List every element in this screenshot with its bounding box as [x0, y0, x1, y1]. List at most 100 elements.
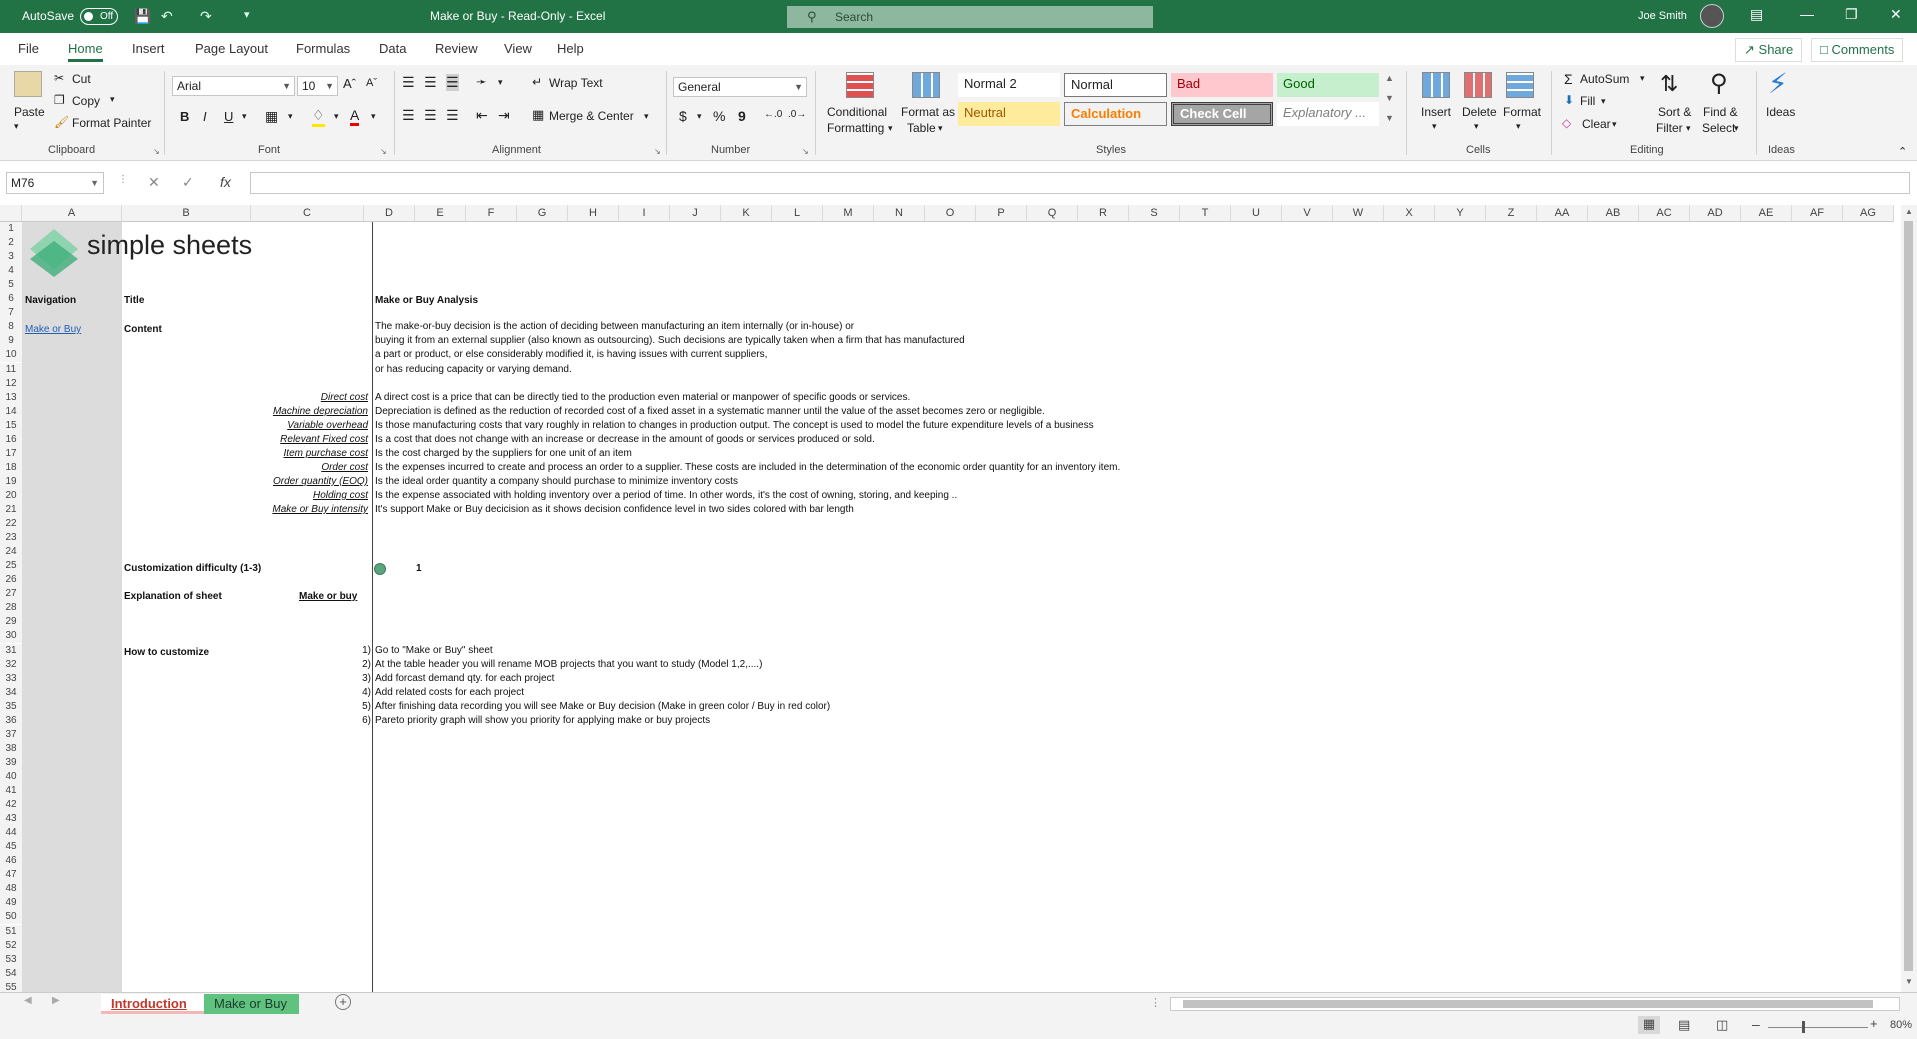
- column-header[interactable]: T: [1180, 205, 1231, 222]
- paste-icon[interactable]: [14, 71, 42, 97]
- column-header[interactable]: N: [874, 205, 925, 222]
- row-header[interactable]: 10: [0, 348, 22, 363]
- autosum-button[interactable]: AutoSum: [1580, 72, 1629, 86]
- conditional-formatting-icon[interactable]: [846, 72, 874, 98]
- row-header[interactable]: 42: [0, 798, 22, 813]
- tab-data[interactable]: Data: [379, 41, 406, 56]
- minimize-icon[interactable]: —: [1800, 6, 1814, 22]
- font-color-dropdown-icon[interactable]: ▾: [371, 111, 376, 122]
- row-header[interactable]: 28: [0, 601, 22, 616]
- conditional-formatting-label-2[interactable]: Formatting: [827, 121, 884, 135]
- styles-scroll-down-icon[interactable]: ▼: [1385, 93, 1394, 103]
- format-dropdown-icon[interactable]: ▾: [1516, 121, 1521, 132]
- customize-quick-access-icon[interactable]: ▾: [244, 8, 250, 21]
- row-header[interactable]: 52: [0, 938, 22, 953]
- row-header[interactable]: 43: [0, 812, 22, 827]
- fill-color-icon[interactable]: ♢: [312, 107, 325, 127]
- nav-link-make-or-buy[interactable]: Make or Buy: [25, 324, 81, 335]
- cut-icon[interactable]: ✂: [54, 71, 64, 85]
- underline-button[interactable]: U: [224, 109, 233, 124]
- sort-filter-label-2[interactable]: Filter: [1656, 121, 1683, 135]
- row-header[interactable]: 14: [0, 404, 22, 419]
- column-header[interactable]: E: [415, 205, 466, 222]
- merge-dropdown-icon[interactable]: ▾: [644, 111, 649, 122]
- row-header[interactable]: 2: [0, 236, 22, 251]
- row-header[interactable]: 38: [0, 741, 22, 756]
- copy-icon[interactable]: ❐: [54, 93, 65, 107]
- row-header[interactable]: 29: [0, 615, 22, 630]
- tab-split-handle-icon[interactable]: ⋮: [1150, 996, 1161, 1009]
- format-as-table-icon[interactable]: [912, 72, 940, 98]
- row-header[interactable]: 5: [0, 278, 22, 293]
- clear-icon[interactable]: ◇: [1562, 116, 1571, 130]
- column-header[interactable]: Q: [1027, 205, 1078, 222]
- increase-decimal-icon[interactable]: ←.0: [764, 109, 782, 120]
- fill-icon[interactable]: ⬇: [1564, 93, 1574, 107]
- zoom-in-icon[interactable]: +: [1870, 1016, 1878, 1031]
- prev-sheet-icon[interactable]: ◀: [24, 995, 32, 1006]
- format-as-table-dropdown-icon[interactable]: ▾: [938, 123, 943, 134]
- align-left-icon[interactable]: ☰: [402, 107, 415, 124]
- orientation-icon[interactable]: ➛: [476, 74, 487, 90]
- zoom-level[interactable]: 80%: [1890, 1019, 1912, 1031]
- row-header[interactable]: 34: [0, 685, 22, 700]
- decrease-indent-icon[interactable]: ⇤: [476, 107, 488, 124]
- ideas-icon[interactable]: ⚡: [1768, 67, 1788, 100]
- row-header[interactable]: 37: [0, 727, 22, 742]
- scroll-down-icon[interactable]: ▼: [1905, 977, 1913, 986]
- conditional-formatting-dropdown-icon[interactable]: ▾: [888, 123, 893, 134]
- styles-scroll-up-icon[interactable]: ▲: [1385, 73, 1394, 83]
- merge-icon[interactable]: ▦: [532, 107, 544, 123]
- row-header[interactable]: 4: [0, 264, 22, 279]
- font-size-select[interactable]: 10 ▼: [297, 76, 338, 96]
- paste-button[interactable]: Paste: [14, 105, 45, 119]
- column-header[interactable]: Z: [1486, 205, 1537, 222]
- column-header[interactable]: O: [925, 205, 976, 222]
- row-header[interactable]: 54: [0, 966, 22, 981]
- row-header[interactable]: 17: [0, 446, 22, 461]
- formula-input[interactable]: [250, 172, 1910, 194]
- row-header[interactable]: 30: [0, 629, 22, 644]
- avatar[interactable]: [1700, 4, 1724, 28]
- sort-filter-icon[interactable]: ⇅: [1660, 71, 1678, 97]
- normal-view-icon[interactable]: ▦: [1638, 1016, 1660, 1034]
- styles-more-icon[interactable]: ▼: [1385, 113, 1394, 123]
- row-header[interactable]: 47: [0, 868, 22, 883]
- style-good[interactable]: Good: [1277, 73, 1379, 97]
- underline-dropdown-icon[interactable]: ▾: [242, 111, 247, 122]
- zoom-out-icon[interactable]: –: [1752, 1016, 1760, 1032]
- comments-button[interactable]: □ Comments: [1811, 38, 1904, 62]
- number-launcher-icon[interactable]: ↘: [802, 147, 809, 156]
- row-header[interactable]: 35: [0, 699, 22, 714]
- column-header[interactable]: G: [517, 205, 568, 222]
- tab-formulas[interactable]: Formulas: [296, 41, 350, 56]
- column-header[interactable]: V: [1282, 205, 1333, 222]
- column-header[interactable]: W: [1333, 205, 1384, 222]
- column-header[interactable]: AG: [1843, 205, 1894, 222]
- bold-button[interactable]: B: [180, 109, 189, 124]
- tab-page-layout[interactable]: Page Layout: [195, 41, 268, 56]
- horizontal-scrollbar[interactable]: [1170, 997, 1900, 1011]
- enter-icon[interactable]: ✓: [182, 174, 194, 191]
- column-header[interactable]: AF: [1792, 205, 1843, 222]
- align-right-icon[interactable]: ☰: [446, 107, 459, 124]
- row-header[interactable]: 44: [0, 826, 22, 841]
- autosum-icon[interactable]: Σ: [1564, 71, 1573, 87]
- column-header[interactable]: U: [1231, 205, 1282, 222]
- column-header[interactable]: AB: [1588, 205, 1639, 222]
- row-header[interactable]: 32: [0, 657, 22, 672]
- column-header[interactable]: X: [1384, 205, 1435, 222]
- collapse-ribbon-icon[interactable]: ⌃: [1898, 145, 1907, 158]
- number-format-select[interactable]: General ▼: [673, 77, 807, 97]
- column-header[interactable]: M: [823, 205, 874, 222]
- ideas-button[interactable]: Ideas: [1766, 105, 1795, 119]
- page-layout-view-icon[interactable]: ▤: [1678, 1017, 1690, 1033]
- autosum-dropdown-icon[interactable]: ▾: [1640, 73, 1645, 84]
- delete-cells-icon[interactable]: [1464, 72, 1492, 98]
- column-header[interactable]: AC: [1639, 205, 1690, 222]
- row-header[interactable]: 7: [0, 306, 22, 321]
- conditional-formatting-label[interactable]: Conditional: [827, 105, 887, 119]
- row-header[interactable]: 12: [0, 376, 22, 391]
- row-header[interactable]: 16: [0, 432, 22, 447]
- column-header[interactable]: D: [364, 205, 415, 222]
